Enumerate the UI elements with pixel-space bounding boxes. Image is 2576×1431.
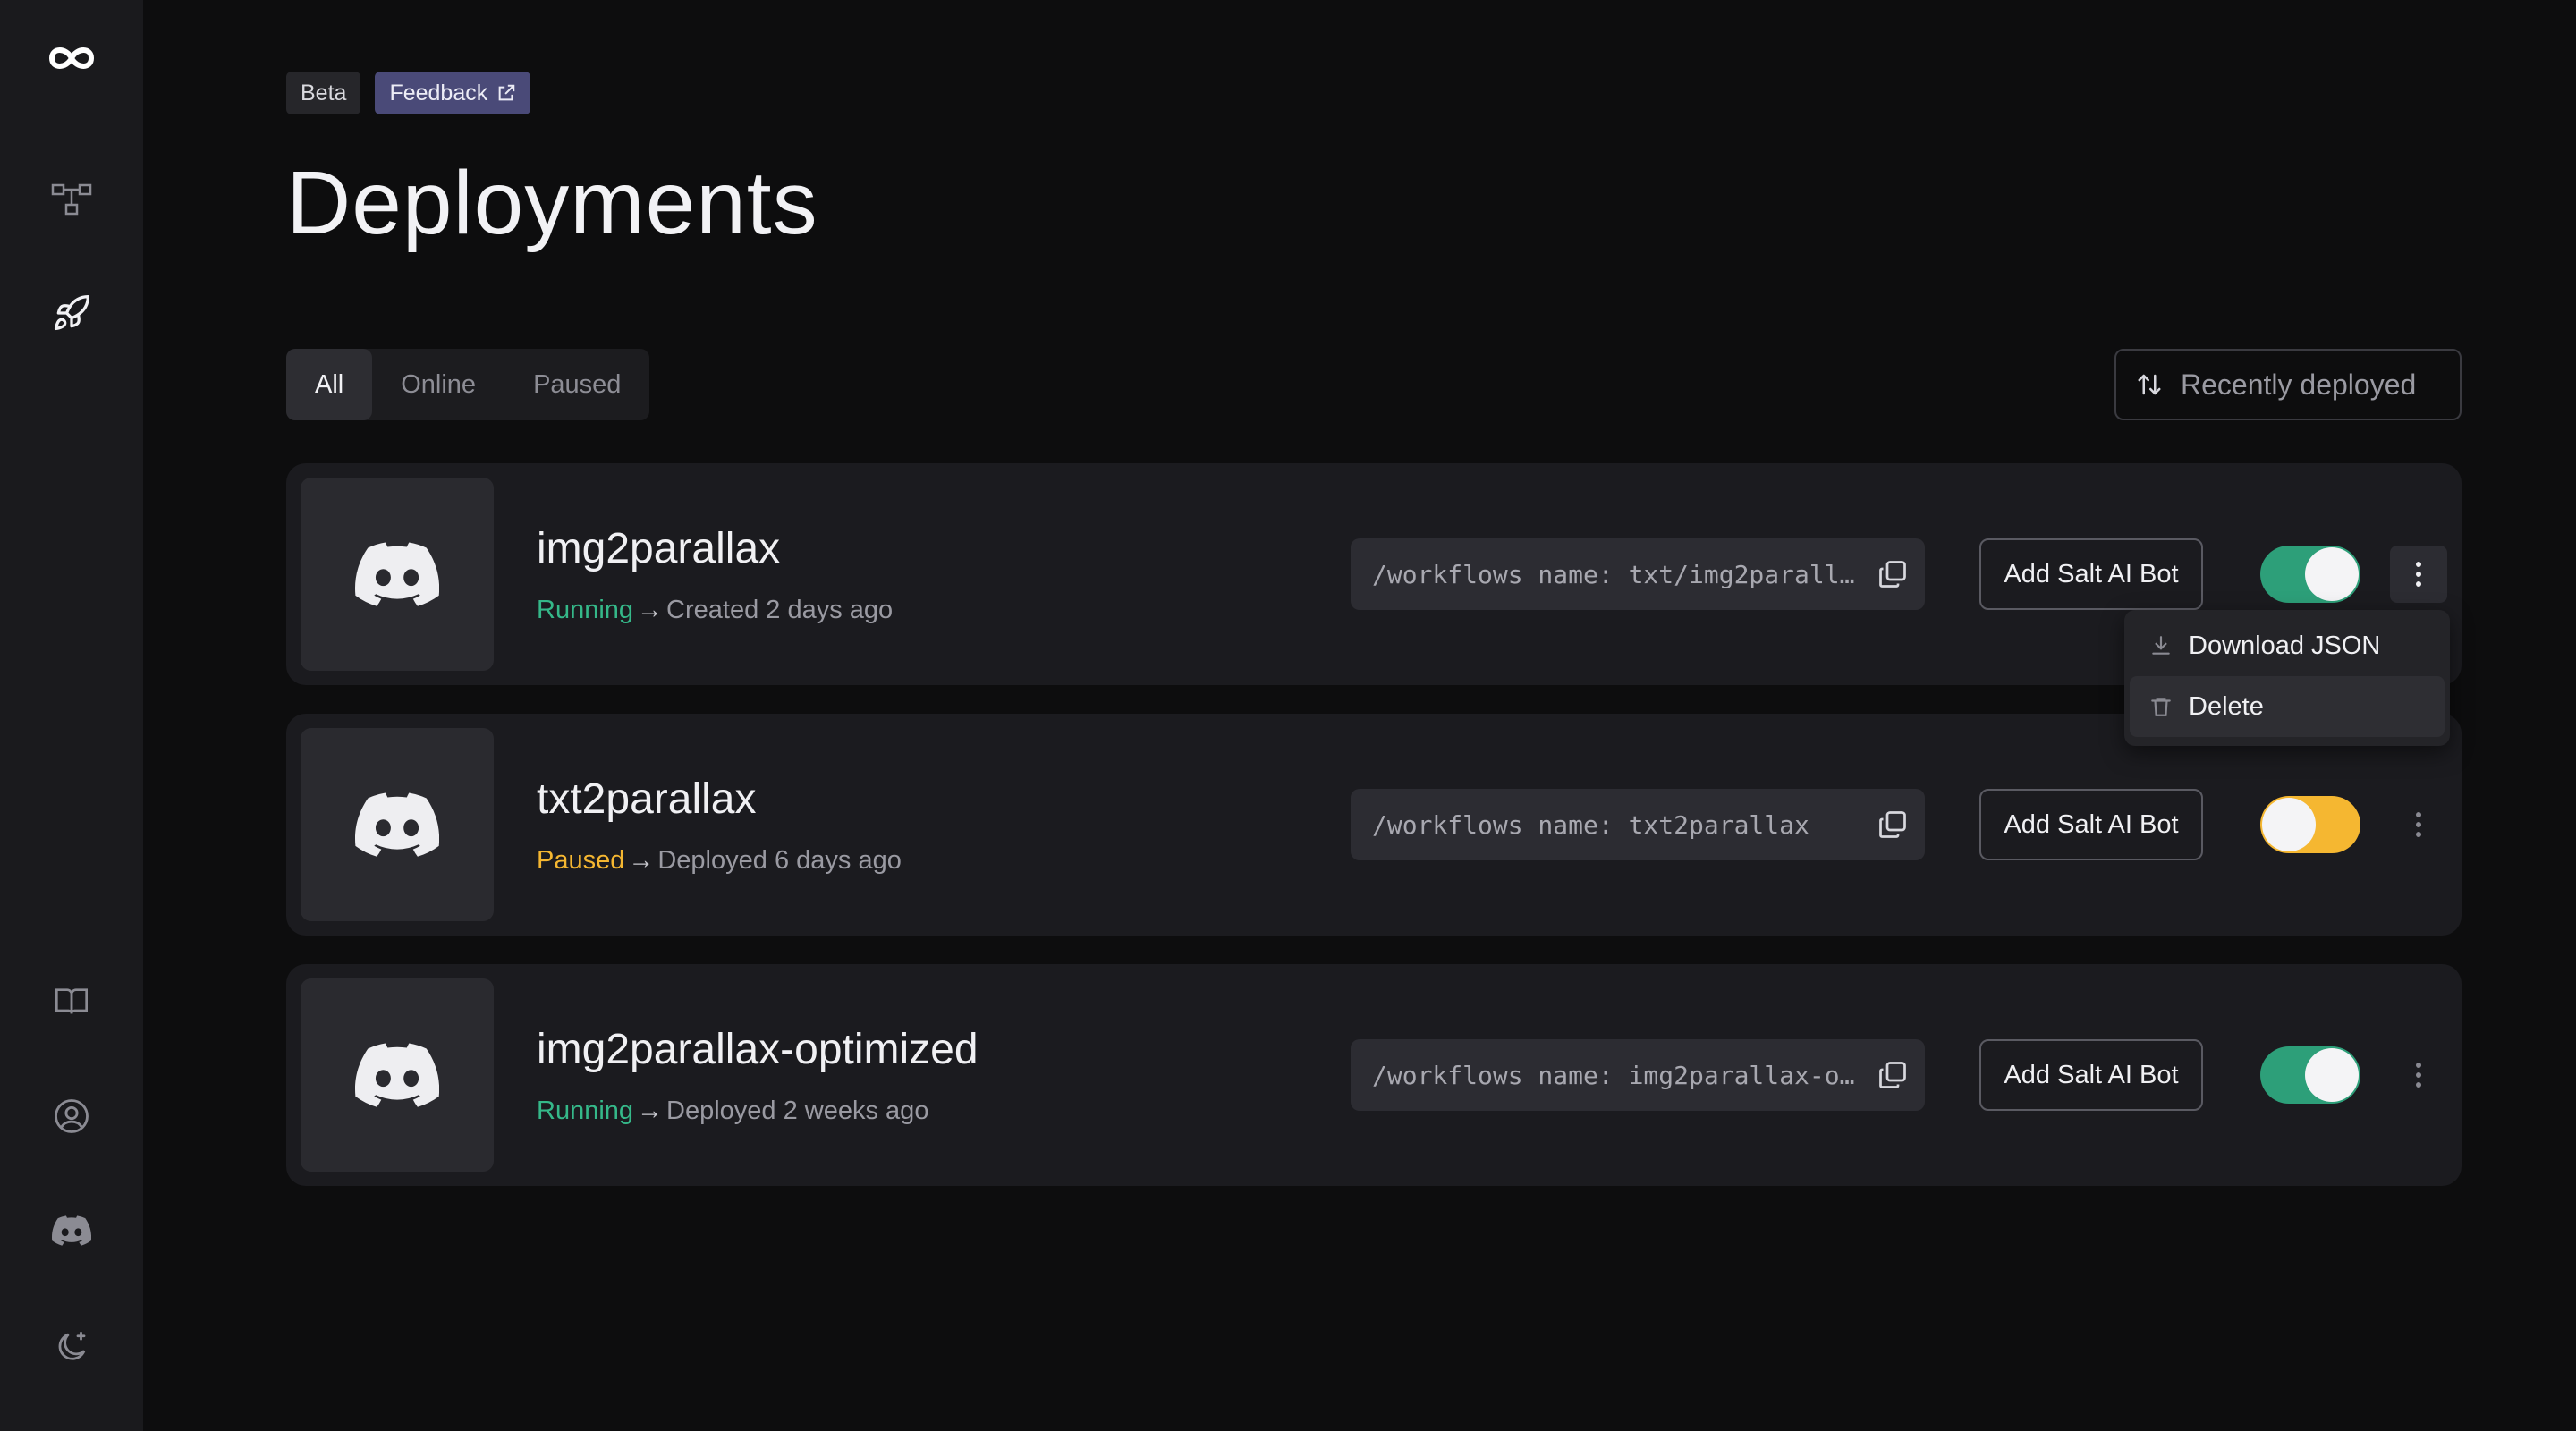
command-field[interactable]: /workflows name: img2parallax-optimized	[1351, 1039, 1925, 1111]
deployment-name: img2parallax	[537, 525, 781, 572]
download-icon	[2152, 636, 2170, 655]
deployment-meta: Deployed 6 days ago	[657, 846, 902, 875]
add-bot-button[interactable]: Add Salt AI Bot	[1979, 1039, 2203, 1111]
more-vertical-icon	[2416, 562, 2421, 587]
more-vertical-icon	[2416, 812, 2421, 837]
more-vertical-icon	[2416, 1063, 2421, 1088]
more-options-button[interactable]	[2390, 796, 2447, 853]
deployment-card[interactable]: img2parallax-optimized Running → Deploye…	[286, 964, 2462, 1186]
command-field[interactable]: /workflows name: txt2parallax	[1351, 789, 1925, 860]
arrow-right-icon: →	[628, 846, 655, 875]
sort-button[interactable]: Recently deployed	[2114, 349, 2462, 420]
toggle-knob	[2305, 547, 2359, 601]
page-title: Deployments	[286, 153, 818, 253]
command-text: /workflows name: txt2parallax	[1372, 809, 1809, 840]
more-options-button[interactable]	[2390, 1046, 2447, 1104]
deployment-card[interactable]: txt2parallax Paused → Deployed 6 days ag…	[286, 714, 2462, 936]
deployment-meta: Deployed 2 weeks ago	[666, 1097, 929, 1125]
deployment-name: img2parallax-optimized	[537, 1026, 979, 1073]
deployment-status-line: Running → Created 2 days ago	[537, 596, 893, 625]
menu-item-delete[interactable]: Delete	[2130, 676, 2445, 737]
status-label: Running	[537, 596, 634, 624]
theme-moon-icon[interactable]	[45, 1320, 98, 1374]
sort-arrows-icon	[2138, 374, 2161, 395]
rocket-icon[interactable]	[45, 286, 98, 340]
book-icon[interactable]	[45, 975, 98, 1029]
deployment-meta: Created 2 days ago	[666, 596, 894, 624]
status-label: Running	[537, 1097, 634, 1125]
beta-badge: Beta	[286, 72, 361, 114]
discord-icon	[355, 542, 439, 606]
toggle-knob	[2262, 798, 2316, 851]
tab-all[interactable]: All	[286, 349, 373, 420]
filter-tabs: All Online Paused	[286, 349, 650, 420]
tab-online[interactable]: Online	[372, 349, 504, 420]
deployment-name: txt2parallax	[537, 775, 757, 823]
feedback-label: Feedback	[389, 80, 488, 106]
deployment-toggle[interactable]	[2260, 546, 2360, 603]
command-text: /workflows name: img2parallax-optimized	[1372, 1060, 1855, 1090]
deployment-thumbnail	[301, 728, 494, 921]
deployment-toggle[interactable]	[2260, 1046, 2360, 1104]
deployment-thumbnail	[301, 978, 494, 1172]
header-badges: Beta Feedback	[286, 72, 531, 114]
discord-icon	[355, 1043, 439, 1107]
menu-item-label: Download JSON	[2189, 631, 2381, 660]
arrow-right-icon: →	[637, 1097, 664, 1125]
deployment-status-line: Running → Deployed 2 weeks ago	[537, 1097, 928, 1126]
context-menu: Download JSON Delete	[2124, 610, 2450, 746]
copy-icon[interactable]	[1877, 809, 1909, 841]
workflow-icon[interactable]	[45, 173, 98, 226]
menu-item-label: Delete	[2189, 691, 2264, 721]
deployment-thumbnail	[301, 478, 494, 671]
sidebar	[0, 0, 143, 1431]
sort-label: Recently deployed	[2181, 368, 2417, 401]
deployment-status-line: Paused → Deployed 6 days ago	[537, 846, 902, 876]
discord-icon[interactable]	[45, 1204, 98, 1257]
copy-icon[interactable]	[1877, 558, 1909, 590]
feedback-link[interactable]: Feedback	[375, 72, 531, 114]
command-text: /workflows name: txt/img2parallax	[1372, 559, 1855, 589]
tab-paused[interactable]: Paused	[504, 349, 649, 420]
discord-icon	[355, 792, 439, 857]
status-label: Paused	[537, 846, 625, 875]
add-bot-button[interactable]: Add Salt AI Bot	[1979, 789, 2203, 860]
command-field[interactable]: /workflows name: txt/img2parallax	[1351, 538, 1925, 610]
more-options-button[interactable]	[2390, 546, 2447, 603]
toggle-knob	[2305, 1048, 2359, 1102]
arrow-right-icon: →	[637, 596, 664, 624]
deployment-toggle[interactable]	[2260, 796, 2360, 853]
external-link-icon	[498, 84, 515, 101]
user-circle-icon[interactable]	[45, 1089, 98, 1143]
main-content: Beta Feedback Deployments All Online Pau…	[286, 0, 2462, 1431]
add-bot-button[interactable]: Add Salt AI Bot	[1979, 538, 2203, 610]
logo-icon[interactable]	[45, 31, 98, 85]
copy-icon[interactable]	[1877, 1059, 1909, 1091]
trash-icon	[2151, 698, 2171, 716]
menu-item-download-json[interactable]: Download JSON	[2130, 615, 2445, 676]
